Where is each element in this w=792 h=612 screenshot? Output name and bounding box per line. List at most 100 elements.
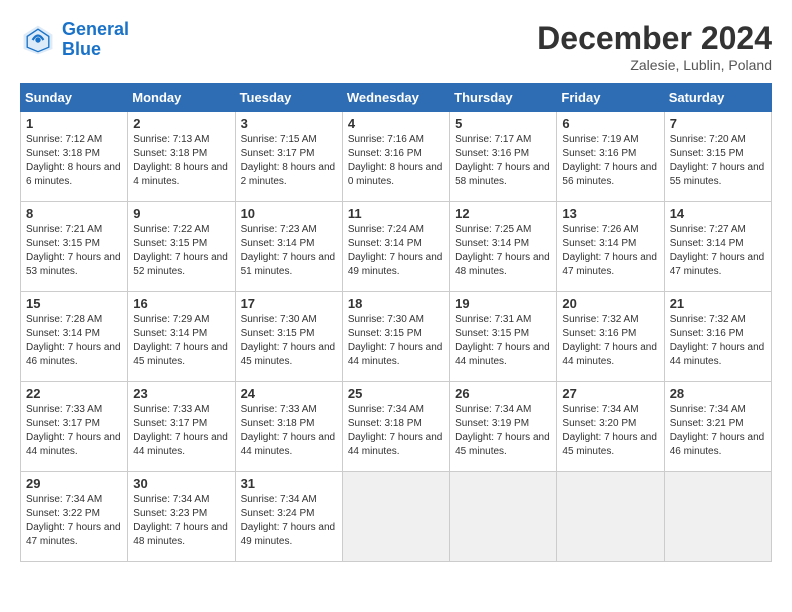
cell-info: Sunrise: 7:34 AMSunset: 3:23 PMDaylight:…	[133, 493, 229, 549]
day-number: 7	[670, 116, 766, 131]
cell-info: Sunrise: 7:25 AMSunset: 3:14 PMDaylight:…	[455, 223, 551, 279]
calendar-cell: 11 Sunrise: 7:24 AMSunset: 3:14 PMDayligh…	[342, 202, 449, 292]
day-number: 18	[348, 296, 444, 311]
calendar-cell: 16 Sunrise: 7:29 AMSunset: 3:14 PMDayligh…	[128, 292, 235, 382]
logo-icon	[20, 22, 56, 58]
cell-info: Sunrise: 7:26 AMSunset: 3:14 PMDaylight:…	[562, 223, 658, 279]
calendar-cell: 28 Sunrise: 7:34 AMSunset: 3:21 PMDayligh…	[664, 382, 771, 472]
calendar-cell: 10Sunrise: 7:23 AMSunset: 3:14 PMDayligh…	[235, 202, 342, 292]
cell-info: Sunrise: 7:21 AMSunset: 3:15 PMDaylight:…	[26, 223, 122, 279]
cell-info: Sunrise: 7:23 AMSunset: 3:14 PMDaylight:…	[241, 223, 337, 279]
column-header-saturday: Saturday	[664, 84, 771, 112]
day-number: 30	[133, 476, 229, 491]
week-row-5: 29 Sunrise: 7:34 AMSunset: 3:22 PMDayligh…	[21, 472, 772, 562]
calendar-cell: 2 Sunrise: 7:13 AMSunset: 3:18 PMDaylight…	[128, 112, 235, 202]
cell-info: Sunrise: 7:12 AMSunset: 3:18 PMDaylight:…	[26, 133, 122, 189]
day-number: 16	[133, 296, 229, 311]
calendar-cell: 9 Sunrise: 7:22 AMSunset: 3:15 PMDaylight…	[128, 202, 235, 292]
calendar-cell	[342, 472, 449, 562]
day-number: 14	[670, 206, 766, 221]
calendar-cell: 22 Sunrise: 7:33 AMSunset: 3:17 PMDayligh…	[21, 382, 128, 472]
page-header: General Blue December 2024 Zalesie, Lubl…	[20, 20, 772, 73]
day-number: 31	[241, 476, 337, 491]
cell-info: Sunrise: 7:24 AMSunset: 3:14 PMDaylight:…	[348, 223, 444, 279]
day-number: 5	[455, 116, 551, 131]
column-header-thursday: Thursday	[450, 84, 557, 112]
location: Zalesie, Lublin, Poland	[537, 57, 772, 73]
day-number: 29	[26, 476, 122, 491]
day-number: 26	[455, 386, 551, 401]
cell-info: Sunrise: 7:19 AMSunset: 3:16 PMDaylight:…	[562, 133, 658, 189]
calendar-cell: 19 Sunrise: 7:31 AMSunset: 3:15 PMDayligh…	[450, 292, 557, 382]
cell-info: Sunrise: 7:16 AMSunset: 3:16 PMDaylight:…	[348, 133, 444, 189]
cell-info: Sunrise: 7:30 AMSunset: 3:15 PMDaylight:…	[241, 313, 337, 369]
month-title: December 2024	[537, 20, 772, 57]
cell-info: Sunrise: 7:34 AMSunset: 3:18 PMDaylight:…	[348, 403, 444, 459]
day-number: 22	[26, 386, 122, 401]
calendar-cell: 25 Sunrise: 7:34 AMSunset: 3:18 PMDayligh…	[342, 382, 449, 472]
column-header-sunday: Sunday	[21, 84, 128, 112]
cell-info: Sunrise: 7:34 AMSunset: 3:19 PMDaylight:…	[455, 403, 551, 459]
day-number: 28	[670, 386, 766, 401]
cell-info: Sunrise: 7:15 AMSunset: 3:17 PMDaylight:…	[241, 133, 337, 189]
day-number: 9	[133, 206, 229, 221]
day-number: 17	[241, 296, 337, 311]
cell-info: Sunrise: 7:22 AMSunset: 3:15 PMDaylight:…	[133, 223, 229, 279]
calendar-cell: 7 Sunrise: 7:20 AMSunset: 3:15 PMDaylight…	[664, 112, 771, 202]
calendar-cell: 23 Sunrise: 7:33 AMSunset: 3:17 PMDayligh…	[128, 382, 235, 472]
day-number: 6	[562, 116, 658, 131]
day-number: 20	[562, 296, 658, 311]
calendar-cell	[664, 472, 771, 562]
cell-info: Sunrise: 7:33 AMSunset: 3:17 PMDaylight:…	[26, 403, 122, 459]
cell-info: Sunrise: 7:30 AMSunset: 3:15 PMDaylight:…	[348, 313, 444, 369]
cell-info: Sunrise: 7:20 AMSunset: 3:15 PMDaylight:…	[670, 133, 766, 189]
day-number: 2	[133, 116, 229, 131]
day-number: 15	[26, 296, 122, 311]
calendar-cell: 12 Sunrise: 7:25 AMSunset: 3:14 PMDayligh…	[450, 202, 557, 292]
cell-info: Sunrise: 7:17 AMSunset: 3:16 PMDaylight:…	[455, 133, 551, 189]
day-number: 25	[348, 386, 444, 401]
calendar-cell: 1Sunrise: 7:12 AMSunset: 3:18 PMDaylight…	[21, 112, 128, 202]
cell-info: Sunrise: 7:33 AMSunset: 3:18 PMDaylight:…	[241, 403, 337, 459]
cell-info: Sunrise: 7:32 AMSunset: 3:16 PMDaylight:…	[562, 313, 658, 369]
calendar-cell: 8 Sunrise: 7:21 AMSunset: 3:15 PMDaylight…	[21, 202, 128, 292]
cell-info: Sunrise: 7:34 AMSunset: 3:24 PMDaylight:…	[241, 493, 337, 549]
calendar-cell: 13 Sunrise: 7:26 AMSunset: 3:14 PMDayligh…	[557, 202, 664, 292]
calendar-cell: 21 Sunrise: 7:32 AMSunset: 3:16 PMDayligh…	[664, 292, 771, 382]
cell-info: Sunrise: 7:27 AMSunset: 3:14 PMDaylight:…	[670, 223, 766, 279]
calendar-cell: 5 Sunrise: 7:17 AMSunset: 3:16 PMDaylight…	[450, 112, 557, 202]
day-number: 21	[670, 296, 766, 311]
day-number: 13	[562, 206, 658, 221]
calendar-table: SundayMondayTuesdayWednesdayThursdayFrid…	[20, 83, 772, 562]
column-header-wednesday: Wednesday	[342, 84, 449, 112]
week-row-1: 1Sunrise: 7:12 AMSunset: 3:18 PMDaylight…	[21, 112, 772, 202]
cell-info: Sunrise: 7:13 AMSunset: 3:18 PMDaylight:…	[133, 133, 229, 189]
day-number: 8	[26, 206, 122, 221]
week-row-4: 22 Sunrise: 7:33 AMSunset: 3:17 PMDayligh…	[21, 382, 772, 472]
day-number: 23	[133, 386, 229, 401]
week-row-3: 15 Sunrise: 7:28 AMSunset: 3:14 PMDayligh…	[21, 292, 772, 382]
calendar-cell: 30 Sunrise: 7:34 AMSunset: 3:23 PMDayligh…	[128, 472, 235, 562]
week-row-2: 8 Sunrise: 7:21 AMSunset: 3:15 PMDaylight…	[21, 202, 772, 292]
cell-info: Sunrise: 7:32 AMSunset: 3:16 PMDaylight:…	[670, 313, 766, 369]
day-number: 12	[455, 206, 551, 221]
day-number: 3	[241, 116, 337, 131]
cell-info: Sunrise: 7:33 AMSunset: 3:17 PMDaylight:…	[133, 403, 229, 459]
cell-info: Sunrise: 7:29 AMSunset: 3:14 PMDaylight:…	[133, 313, 229, 369]
calendar-cell: 27 Sunrise: 7:34 AMSunset: 3:20 PMDayligh…	[557, 382, 664, 472]
calendar-cell: 29 Sunrise: 7:34 AMSunset: 3:22 PMDayligh…	[21, 472, 128, 562]
header-row: SundayMondayTuesdayWednesdayThursdayFrid…	[21, 84, 772, 112]
cell-info: Sunrise: 7:31 AMSunset: 3:15 PMDaylight:…	[455, 313, 551, 369]
cell-info: Sunrise: 7:34 AMSunset: 3:22 PMDaylight:…	[26, 493, 122, 549]
logo-text: General Blue	[62, 20, 129, 60]
day-number: 27	[562, 386, 658, 401]
day-number: 19	[455, 296, 551, 311]
column-header-friday: Friday	[557, 84, 664, 112]
cell-info: Sunrise: 7:34 AMSunset: 3:20 PMDaylight:…	[562, 403, 658, 459]
calendar-cell: 18 Sunrise: 7:30 AMSunset: 3:15 PMDayligh…	[342, 292, 449, 382]
cell-info: Sunrise: 7:34 AMSunset: 3:21 PMDaylight:…	[670, 403, 766, 459]
day-number: 11	[348, 206, 444, 221]
logo-line2: Blue	[62, 39, 101, 59]
cell-info: Sunrise: 7:28 AMSunset: 3:14 PMDaylight:…	[26, 313, 122, 369]
calendar-cell: 17 Sunrise: 7:30 AMSunset: 3:15 PMDayligh…	[235, 292, 342, 382]
